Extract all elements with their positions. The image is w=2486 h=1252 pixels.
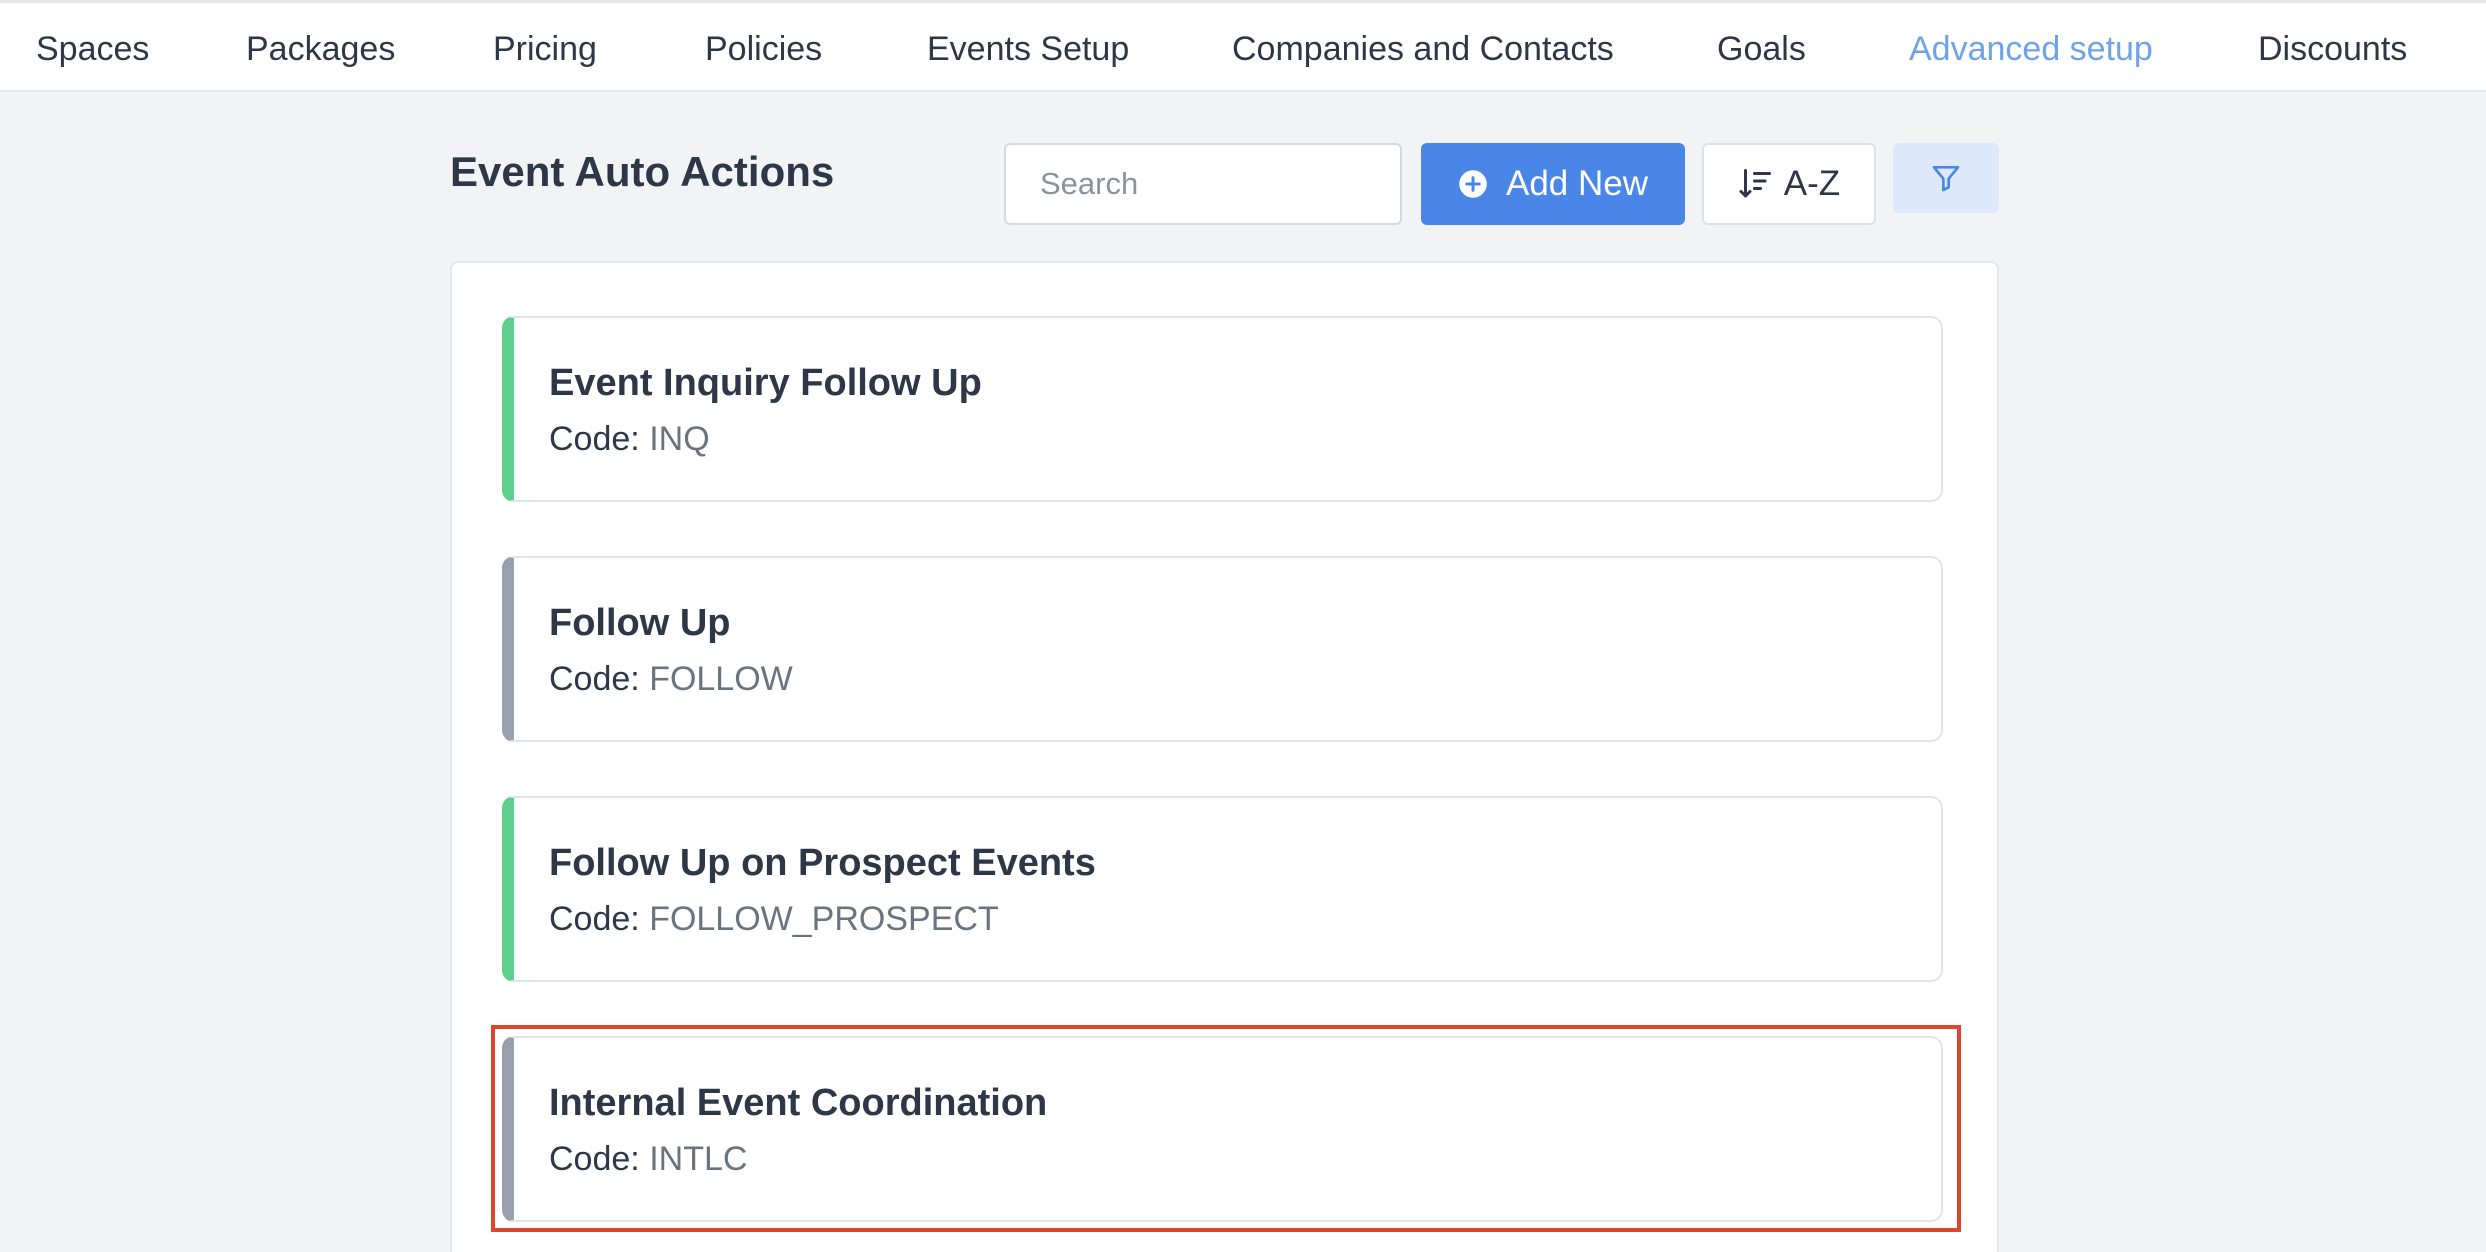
- nav-tab-spaces[interactable]: Spaces: [36, 3, 149, 95]
- code-label: Code:: [549, 420, 640, 458]
- action-code: Code: INTLC: [549, 1140, 747, 1179]
- nav-tab-discounts[interactable]: Discounts: [2258, 3, 2407, 95]
- nav-tab-events-setup[interactable]: Events Setup: [927, 3, 1129, 95]
- sort-descending-icon: [1739, 169, 1771, 198]
- code-label: Code:: [549, 660, 640, 698]
- page-title: Event Auto Actions: [450, 148, 835, 195]
- add-new-button[interactable]: Add New: [1421, 143, 1685, 225]
- nav-tab-packages[interactable]: Packages: [246, 3, 395, 95]
- code-value: INTLC: [649, 1140, 748, 1178]
- sort-label: A-Z: [1783, 164, 1841, 203]
- nav-tab-policies[interactable]: Policies: [705, 3, 822, 95]
- action-code: Code: FOLLOW_PROSPECT: [549, 900, 999, 939]
- plus-circle-icon: [1459, 170, 1487, 198]
- nav-tab-companies-and-contacts[interactable]: Companies and Contacts: [1232, 3, 1614, 95]
- action-title: Internal Event Coordination: [549, 1082, 1048, 1124]
- action-title: Follow Up: [549, 602, 731, 644]
- add-new-label: Add New: [1505, 164, 1649, 203]
- code-label: Code:: [549, 1140, 640, 1178]
- action-title: Follow Up on Prospect Events: [549, 842, 1096, 884]
- action-code: Code: INQ: [549, 420, 710, 459]
- action-title: Event Inquiry Follow Up: [549, 362, 982, 404]
- nav-tab-pricing[interactable]: Pricing: [493, 3, 597, 95]
- list-item[interactable]: Follow Up on Prospect Events Code: FOLLO…: [502, 796, 1943, 982]
- search-input[interactable]: [1004, 143, 1402, 225]
- list-item[interactable]: Internal Event Coordination Code: INTLC: [502, 1036, 1943, 1222]
- action-code: Code: FOLLOW: [549, 660, 793, 699]
- sort-button[interactable]: A-Z: [1702, 143, 1876, 225]
- code-value: FOLLOW: [649, 660, 793, 698]
- filter-button[interactable]: [1893, 143, 1999, 213]
- top-navigation: Spaces Packages Pricing Policies Events …: [0, 0, 2486, 92]
- code-label: Code:: [549, 900, 640, 938]
- list-item[interactable]: Follow Up Code: FOLLOW: [502, 556, 1943, 742]
- list-item[interactable]: Event Inquiry Follow Up Code: INQ: [502, 316, 1943, 502]
- nav-tab-goals[interactable]: Goals: [1717, 3, 1806, 95]
- filter-icon: [1932, 166, 1960, 192]
- code-value: INQ: [649, 420, 710, 458]
- code-value: FOLLOW_PROSPECT: [649, 900, 999, 938]
- nav-tab-advanced-setup[interactable]: Advanced setup: [1909, 3, 2153, 95]
